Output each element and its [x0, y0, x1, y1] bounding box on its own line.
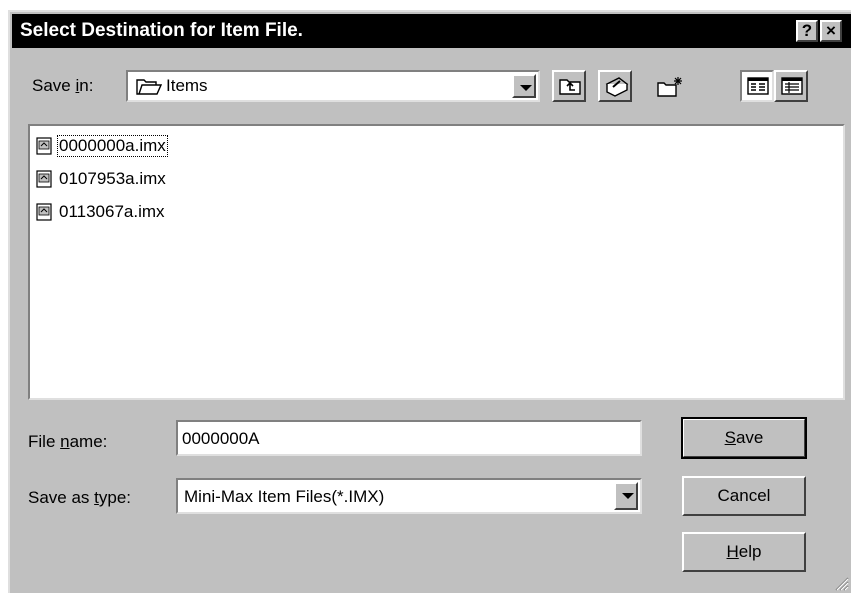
- file-name-text: 0000000a.imx: [57, 135, 168, 157]
- up-one-level-icon: [559, 79, 581, 95]
- save-as-type-label: Save as type:: [28, 488, 132, 507]
- save-as-type-dropdown[interactable]: Mini-Max Item Files(*.IMX): [176, 478, 642, 514]
- folder-icon: [136, 79, 162, 95]
- file-list-item[interactable]: 0113067a.imx: [36, 200, 166, 224]
- file-name-text: 0113067a.imx: [59, 202, 165, 221]
- file-list-item[interactable]: 0000000a.imx: [36, 134, 168, 158]
- title-bar[interactable]: Select Destination for Item File. ? ×: [12, 14, 851, 48]
- save-as-type-dropdown-arrow[interactable]: [614, 482, 638, 510]
- cancel-button[interactable]: Cancel: [682, 476, 806, 516]
- desktop-icon: [605, 77, 629, 97]
- save-dialog: Select Destination for Item File. ? × Sa…: [8, 10, 851, 593]
- list-view-button[interactable]: [740, 70, 774, 102]
- file-list-item[interactable]: 0107953a.imx: [36, 167, 167, 191]
- up-one-level-button[interactable]: [552, 70, 586, 102]
- create-new-folder-button[interactable]: [650, 70, 684, 102]
- file-name-value: 0000000A: [182, 429, 260, 448]
- resize-grip-icon[interactable]: [835, 577, 849, 591]
- close-button[interactable]: ×: [820, 20, 842, 42]
- dialog-title: Select Destination for Item File.: [20, 20, 303, 41]
- save-in-dropdown-arrow[interactable]: [512, 74, 536, 98]
- file-list[interactable]: 0000000a.imx 0107953a.imx 0113067a.imx: [28, 124, 845, 400]
- save-in-label: Save in:: [32, 76, 94, 95]
- details-view-icon: [781, 77, 803, 95]
- close-icon: ×: [826, 21, 836, 40]
- save-as-type-value: Mini-Max Item Files(*.IMX): [184, 487, 385, 506]
- file-name-field[interactable]: 0000000A: [176, 420, 642, 456]
- document-icon: [36, 170, 52, 188]
- document-icon: [36, 137, 52, 155]
- save-button[interactable]: Save: [681, 417, 807, 459]
- save-in-value: Items: [166, 76, 208, 95]
- help-button[interactable]: Help: [682, 532, 806, 572]
- help-title-button[interactable]: ?: [796, 20, 818, 42]
- details-view-button[interactable]: [774, 70, 808, 102]
- new-folder-icon: [657, 77, 682, 97]
- document-icon: [36, 203, 52, 221]
- desktop-button[interactable]: [598, 70, 632, 102]
- file-name-label: File name:: [28, 432, 108, 451]
- question-mark-icon: ?: [801, 21, 813, 40]
- save-in-dropdown[interactable]: Items: [126, 70, 540, 102]
- list-view-icon: [747, 77, 769, 95]
- file-name-text: 0107953a.imx: [59, 169, 166, 188]
